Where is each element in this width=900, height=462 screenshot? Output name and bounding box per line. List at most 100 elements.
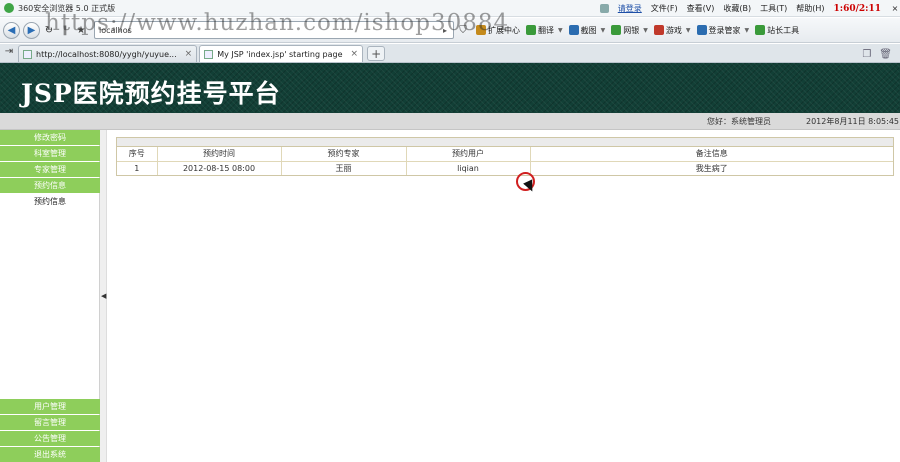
menu-view[interactable]: 查看(V) bbox=[687, 3, 715, 14]
sidebar-item-logout[interactable]: 退出系统 bbox=[0, 447, 100, 462]
cell-expert: 王丽 bbox=[281, 161, 407, 175]
shield-icon: ⛉ bbox=[459, 24, 467, 36]
sidebar: 修改密码 科室管理 专家管理 预约信息 预约信息 用户管理 留言管理 公告管理 … bbox=[0, 130, 100, 462]
star-icon: ★ bbox=[76, 24, 86, 36]
toolbar-webmaster-tools[interactable]: 站长工具 bbox=[755, 25, 799, 36]
titlebar-right: 请登录 文件(F) 查看(V) 收藏(B) 工具(T) 帮助(H) 1:60/2… bbox=[599, 0, 900, 17]
toolbar-games-label: 游戏 bbox=[665, 25, 682, 35]
sidebar-bottom-group: 用户管理 留言管理 公告管理 退出系统 bbox=[0, 399, 100, 462]
toolbar-screenshot-label: 截图 bbox=[580, 25, 597, 35]
translate-icon bbox=[526, 25, 536, 35]
trash-icon[interactable]: 🗑 bbox=[879, 49, 892, 60]
games-icon bbox=[653, 25, 664, 35]
screenshot-icon bbox=[568, 25, 579, 35]
menu-tools[interactable]: 工具(T) bbox=[760, 3, 787, 14]
caret-down-icon: ▼ bbox=[643, 26, 648, 34]
cell-appointment-time: 2012-08-15 08:00 bbox=[157, 161, 282, 175]
caret-down-icon: ▼ bbox=[744, 26, 750, 34]
tab-label: http://localhost:8080/yygh/yuyue... bbox=[36, 49, 177, 59]
browser-titlebar: 360安全浏览器 5.0 正式版 请登录 文件(F) 查看(V) 收藏(B) 工… bbox=[0, 0, 900, 17]
pause-button[interactable]: ‖ bbox=[58, 22, 72, 39]
recording-clock: 1:60/2:11 bbox=[833, 3, 881, 14]
tab-yuyue[interactable]: http://localhost:8080/yygh/yuyue... × bbox=[18, 45, 198, 62]
new-tab-button[interactable]: + bbox=[367, 46, 386, 61]
webmaster-tools-icon bbox=[755, 25, 766, 35]
back-button[interactable]: ◀ bbox=[3, 21, 20, 39]
current-datetime: 2012年8月11日 8:05:45 bbox=[806, 117, 900, 126]
cell-user: liqian bbox=[406, 161, 531, 175]
address-bar[interactable]: localhos ▸ bbox=[94, 21, 454, 39]
menu-file[interactable]: 文件(F) bbox=[651, 3, 678, 14]
caret-down-icon: ▼ bbox=[558, 26, 563, 34]
browser-logo-icon bbox=[4, 3, 14, 13]
tab-label: My JSP 'index.jsp' starting page bbox=[217, 49, 343, 59]
toolbar-webmaster-tools-label: 站长工具 bbox=[767, 25, 800, 35]
toolbar-netbank[interactable]: 网银 ▼ bbox=[611, 25, 648, 36]
toolbar-translate-label: 翻译 bbox=[538, 25, 554, 35]
tab-strip: ⇥ http://localhost:8080/yygh/yuyue... × … bbox=[0, 44, 900, 63]
window-close-button[interactable]: × bbox=[890, 4, 900, 13]
info-bar: 您好：系统管理员 2012年8月11日 8:05:45 bbox=[0, 113, 900, 130]
sidebar-item-expert-management[interactable]: 专家管理 bbox=[0, 162, 100, 177]
caret-down-icon: ▼ bbox=[600, 26, 606, 34]
netbank-icon bbox=[611, 25, 622, 35]
user-greeting: 您好：系统管理员 bbox=[707, 117, 771, 126]
toolbar-login-manager[interactable]: 登录管家 ▼ bbox=[696, 25, 750, 36]
login-manager-icon bbox=[696, 25, 707, 35]
page-favicon-icon bbox=[204, 49, 214, 59]
table-header-row: 序号 预约时间 预约专家 预约用户 备注信息 bbox=[117, 147, 893, 162]
toolbar-games[interactable]: 游戏 ▼ bbox=[653, 25, 691, 36]
page-favicon-icon bbox=[23, 49, 32, 59]
site-title: JSP医院预约挂号平台 bbox=[21, 79, 281, 108]
pause-icon: ‖ bbox=[62, 24, 68, 36]
sidebar-item-notice-management[interactable]: 公告管理 bbox=[0, 431, 100, 446]
col-header-expert: 预约专家 bbox=[281, 147, 407, 162]
toolbar-netbank-label: 网银 bbox=[623, 25, 640, 35]
col-header-remarks: 备注信息 bbox=[530, 147, 893, 162]
tab-close-icon[interactable]: × bbox=[351, 49, 359, 59]
toolbar-extensions-label: 扩展中心 bbox=[488, 25, 520, 35]
sidebar-item-message-management[interactable]: 留言管理 bbox=[0, 415, 100, 430]
sidebar-collapse-bar[interactable]: ◀ bbox=[100, 130, 107, 462]
extensions-icon bbox=[476, 25, 486, 35]
favorite-button[interactable]: ★ bbox=[74, 22, 88, 39]
toolbar-translate[interactable]: 翻译 ▼ bbox=[526, 25, 563, 36]
collapse-arrow-icon[interactable]: ◀ bbox=[101, 292, 106, 300]
appointment-table-panel: 序号 预约时间 预约专家 预约用户 备注信息 1 2012-08-15 08:0… bbox=[116, 137, 894, 176]
restore-tabs-icon[interactable]: ❐ bbox=[862, 49, 871, 60]
reload-icon: ↻ bbox=[44, 24, 54, 36]
browser-title: 360安全浏览器 5.0 正式版 bbox=[18, 3, 116, 13]
toolbar-screenshot[interactable]: 截图 ▼ bbox=[568, 25, 606, 36]
sidebar-toggle-button[interactable]: ⇥ bbox=[2, 43, 16, 60]
caret-down-icon: ▼ bbox=[685, 26, 691, 34]
site-header: JSP医院预约挂号平台 bbox=[0, 63, 900, 113]
tab-close-icon[interactable]: × bbox=[185, 49, 193, 59]
sidebar-item-change-password[interactable]: 修改密码 bbox=[0, 130, 100, 145]
sidebar-subitem-appointment-info[interactable]: 预约信息 bbox=[0, 194, 100, 209]
forward-button[interactable]: ▶ bbox=[23, 21, 40, 39]
reload-button[interactable]: ↻ bbox=[42, 22, 56, 39]
browser-toolbar: ◀ ▶ ↻ ‖ ★ localhos ▸ ⛉ 扩展中心 翻译 ▼ 截图 ▼ 网银… bbox=[0, 18, 900, 43]
back-arrow-icon: ◀ bbox=[7, 24, 16, 36]
user-icon bbox=[599, 4, 609, 13]
toolbar-login-manager-label: 登录管家 bbox=[708, 25, 741, 35]
tab-index-jsp[interactable]: My JSP 'index.jsp' starting page × bbox=[199, 45, 364, 62]
table-row[interactable]: 1 2012-08-15 08:00 王丽 liqian 我生病了 bbox=[117, 161, 893, 175]
menu-favorites[interactable]: 收藏(B) bbox=[723, 3, 751, 14]
sidebar-item-department-management[interactable]: 科室管理 bbox=[0, 146, 100, 161]
sidebar-toggle-icon: ⇥ bbox=[4, 46, 14, 57]
col-header-index: 序号 bbox=[117, 147, 158, 162]
login-link[interactable]: 请登录 bbox=[618, 3, 642, 14]
cell-remarks: 我生病了 bbox=[695, 163, 728, 173]
tab-strip-tools: ❐ 🗑 bbox=[862, 49, 892, 60]
toolbar-extensions[interactable]: 扩展中心 bbox=[476, 25, 520, 36]
cell-index: 1 bbox=[117, 161, 158, 175]
sidebar-item-appointment-info[interactable]: 预约信息 bbox=[0, 178, 100, 193]
menu-help[interactable]: 帮助(H) bbox=[796, 3, 824, 14]
main-content: 序号 预约时间 预约专家 预约用户 备注信息 1 2012-08-15 08:0… bbox=[108, 130, 900, 462]
forward-arrow-icon: ▶ bbox=[27, 24, 36, 36]
sidebar-item-user-management[interactable]: 用户管理 bbox=[0, 399, 100, 414]
go-arrow-icon[interactable]: ▸ bbox=[437, 26, 453, 35]
col-header-appointment-time: 预约时间 bbox=[157, 147, 282, 162]
shield-button[interactable]: ⛉ bbox=[456, 22, 470, 39]
